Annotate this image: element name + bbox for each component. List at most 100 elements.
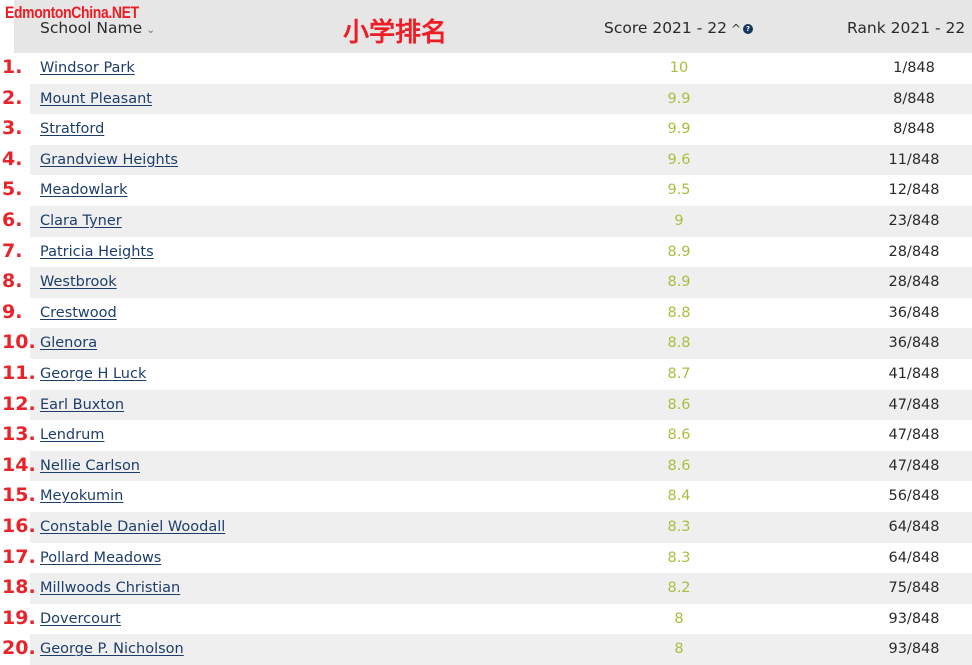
school-rank: 47/848 [888,396,940,413]
rank-number-annotation: 8. [2,270,23,293]
school-rank: 28/848 [888,274,940,291]
school-name-link[interactable]: Lendrum [40,427,104,443]
overlay-title: 小学排名 [343,18,448,48]
school-name-link[interactable]: Grandview Heights [40,152,178,168]
school-rank: 93/848 [888,610,940,627]
school-rank: 36/848 [888,304,940,321]
table-row: 10. Glenora 8.8 36/848 [0,328,972,359]
school-score: 8 [674,610,684,627]
school-name-link[interactable]: Nellie Carlson [40,458,140,474]
school-rank: 36/848 [888,335,940,352]
column-header-school-label: School Name [40,19,143,37]
school-score: 8.9 [667,243,691,260]
column-header-rank-label: Rank 2021 - 22 [847,19,966,37]
school-name-link[interactable]: Millwoods Christian [40,580,180,596]
column-header-score[interactable]: Score 2021 - 22 ^? [604,19,754,37]
table-row: 17. Pollard Meadows 8.3 64/848 [0,542,972,574]
rank-number-annotation: 2. [2,86,23,109]
table-row: 6. Clara Tyner 9 23/848 [0,205,972,237]
chevron-up-icon: ^ [730,22,742,36]
school-name-link[interactable]: George H Luck [40,366,146,382]
school-rank: 64/848 [888,549,940,566]
rank-number-annotation: 12. [2,392,36,415]
rank-number-annotation: 11. [2,361,36,384]
table-row: 8. Westbrook 8.9 28/848 [0,267,972,298]
row-stripe [30,450,972,482]
school-name-link[interactable]: Westbrook [40,274,117,290]
school-score: 8.6 [667,427,691,444]
school-score: 8.2 [667,580,691,597]
row-stripe [30,328,972,359]
school-name-link[interactable]: Earl Buxton [40,397,124,413]
school-name-link[interactable]: George P. Nicholson [40,641,184,657]
school-rank: 56/848 [888,488,940,505]
school-score: 9.6 [667,151,691,168]
column-header-school-name[interactable]: School Name ⌄ [40,19,155,37]
chevron-down-icon: ⌄ [146,23,156,36]
rank-number-annotation: 3. [2,117,23,140]
rank-number-annotation: 18. [2,576,36,599]
rank-number-annotation: 1. [2,56,23,78]
school-name-link[interactable]: Pollard Meadows [40,550,161,566]
school-score: 8.6 [667,457,691,474]
school-name-link[interactable]: Meadowlark [40,182,128,198]
table-row: 15. Meyokumin 8.4 56/848 [0,481,972,512]
row-stripe [30,205,972,237]
rank-number-annotation: 14. [2,453,36,476]
rank-number-annotation: 5. [2,178,23,201]
school-rank: 93/848 [888,641,940,658]
info-icon[interactable]: ? [743,24,754,34]
school-name-link[interactable]: Stratford [40,121,104,137]
table-row: 14. Nellie Carlson 8.6 47/848 [0,450,972,482]
school-rank: 47/848 [888,427,940,444]
table-row: 7. Patricia Heights 8.9 28/848 [0,236,972,268]
table-row: 1. Windsor Park 10 1/848 [0,53,972,84]
school-rank: 28/848 [888,243,940,260]
school-rank: 23/848 [888,212,940,229]
school-name-link[interactable]: Patricia Heights [40,244,154,260]
school-rank: 41/848 [888,365,940,382]
school-name-link[interactable]: Glenora [40,335,97,351]
school-rank: 47/848 [888,457,940,474]
table-row: 20. George P. Nicholson 8 93/848 [0,634,972,665]
table-row: 19. Dovercourt 8 93/848 [0,603,972,635]
table-row: 13. Lendrum 8.6 47/848 [0,420,972,451]
table-row: 16. Constable Daniel Woodall 8.3 64/848 [0,511,972,543]
rank-number-annotation: 7. [2,239,23,262]
school-rank: 8/848 [893,90,935,107]
school-name-link[interactable]: Windsor Park [40,60,135,76]
school-score: 8.8 [667,335,691,352]
column-header-rank[interactable]: Rank 2021 - 22 [847,19,965,37]
school-rank: 1/848 [893,60,935,76]
school-score: 8.8 [667,304,691,321]
school-score: 8.7 [667,365,691,382]
rank-number-annotation: 4. [2,147,23,170]
school-name-link[interactable]: Meyokumin [40,488,123,504]
school-rank: 8/848 [893,121,935,138]
rank-number-annotation: 20. [2,637,36,660]
rank-number-annotation: 19. [2,606,36,629]
school-name-link[interactable]: Dovercourt [40,611,121,627]
row-stripe [30,83,972,115]
table-row: 12. Earl Buxton 8.6 47/848 [0,389,972,421]
table-header: EdmontonChina.NET School Name ⌄ 小学排名 Scor… [0,0,972,53]
table-row: 2. Mount Pleasant 9.9 8/848 [0,83,972,115]
row-stripe [30,389,972,421]
school-name-link[interactable]: Crestwood [40,305,117,321]
school-name-link[interactable]: Clara Tyner [40,213,122,229]
school-score: 10 [669,60,689,76]
table-row: 11. George H Luck 8.7 41/848 [0,358,972,390]
school-name-link[interactable]: Constable Daniel Woodall [40,519,225,535]
row-stripe [30,267,972,298]
rank-number-annotation: 6. [2,208,23,231]
rank-number-annotation: 17. [2,545,36,568]
rank-number-annotation: 9. [2,300,23,323]
school-rank: 12/848 [888,182,940,199]
school-name-link[interactable]: Mount Pleasant [40,91,152,107]
school-rank: 11/848 [888,151,940,168]
school-score: 9.5 [667,182,691,199]
school-rank: 75/848 [888,580,940,597]
rank-number-annotation: 16. [2,514,36,537]
table-row: 9. Crestwood 8.8 36/848 [0,297,972,329]
school-score: 8.6 [667,396,691,413]
